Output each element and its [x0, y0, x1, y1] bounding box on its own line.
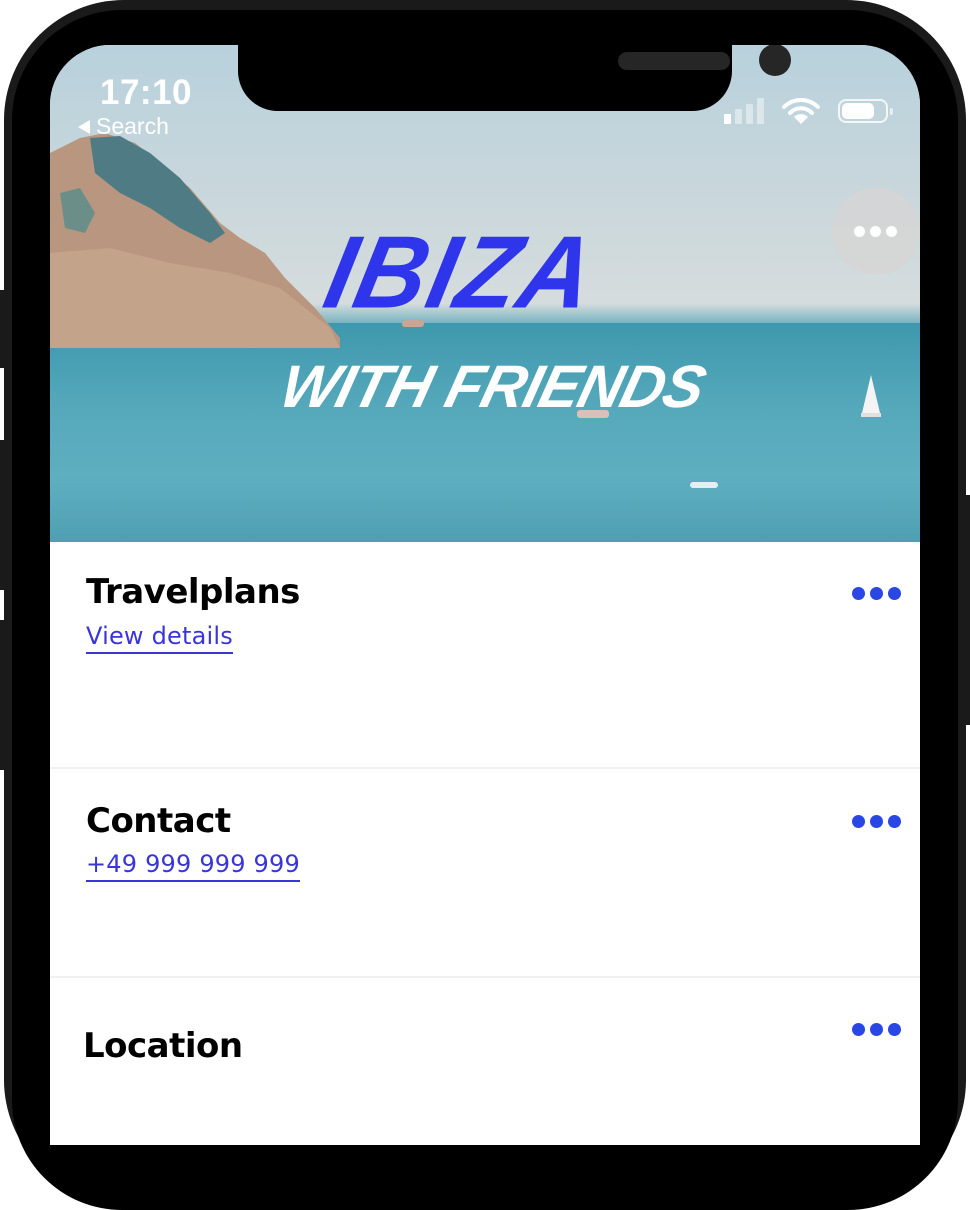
wifi-icon	[782, 97, 820, 124]
hero-subtitle: WITH FRIENDS	[273, 353, 712, 420]
cellular-signal-icon	[724, 98, 764, 124]
hero-title: IBIZA	[315, 214, 607, 330]
app-screen: IBIZA WITH FRIENDS 17:10 Search Travelpl…	[50, 45, 920, 1145]
back-label: Search	[96, 113, 169, 139]
boat	[690, 482, 718, 488]
more-horizontal-icon	[852, 587, 865, 600]
volume-button	[0, 620, 6, 770]
section-location: Location	[50, 978, 920, 1145]
section-travelplans: Travelplans View details	[50, 542, 920, 767]
more-horizontal-icon	[852, 1023, 865, 1036]
section-title: Travelplans	[86, 572, 300, 612]
sailboat	[861, 375, 881, 417]
volume-button	[0, 290, 6, 368]
phone-number-link[interactable]: +49 999 999 999	[86, 850, 300, 882]
notch	[238, 45, 791, 111]
battery-level	[842, 103, 874, 119]
back-arrow-icon	[78, 119, 90, 134]
phone-mockup: IBIZA WITH FRIENDS 17:10 Search Travelpl…	[0, 0, 970, 1210]
section-menu-button[interactable]	[852, 587, 901, 600]
more-horizontal-icon	[854, 225, 865, 237]
more-horizontal-icon	[852, 815, 865, 828]
section-contact: Contact +49 999 999 999	[50, 769, 920, 976]
section-menu-button[interactable]	[852, 1023, 901, 1036]
section-menu-button[interactable]	[852, 815, 901, 828]
battery-icon	[838, 99, 893, 123]
section-title: Contact	[86, 801, 231, 841]
back-to-search-button[interactable]: Search	[78, 113, 169, 140]
section-title: Location	[83, 1026, 243, 1066]
status-icons	[724, 97, 893, 125]
status-time: 17:10	[100, 73, 193, 112]
front-camera	[759, 45, 791, 76]
power-button	[964, 495, 970, 725]
island-hill	[50, 133, 340, 348]
view-details-link[interactable]: View details	[86, 622, 233, 654]
speaker-grille	[618, 52, 730, 70]
hero-more-button[interactable]	[832, 187, 920, 275]
volume-button	[0, 440, 6, 590]
